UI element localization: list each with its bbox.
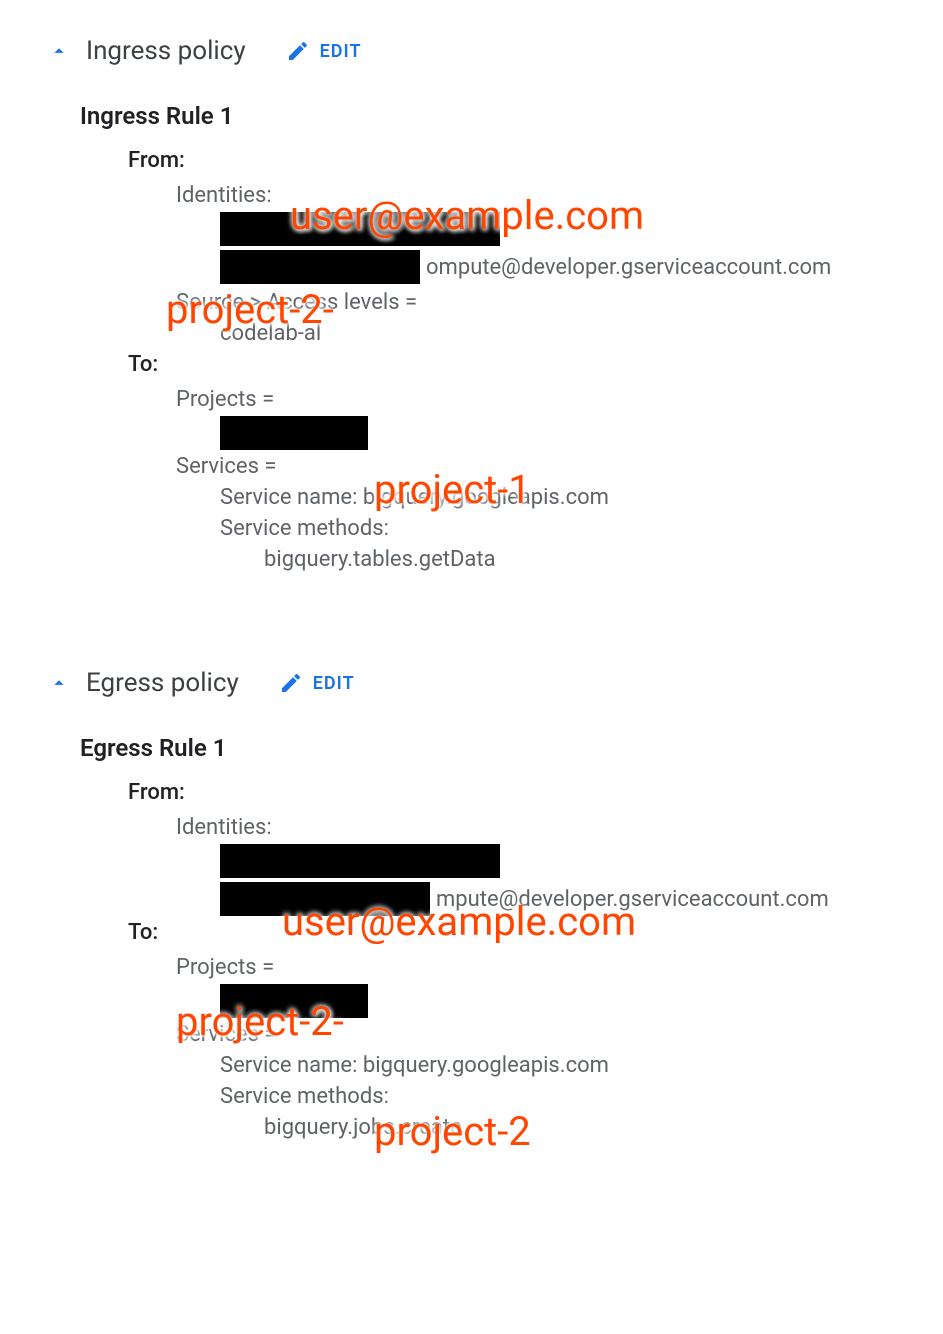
pencil-icon (279, 671, 303, 695)
egress-policy-title: Egress policy (86, 668, 239, 698)
ingress-policy-header[interactable]: Ingress policy EDIT (48, 36, 895, 66)
ingress-source-access-levels-label: Source > Access levels = (176, 290, 895, 315)
egress-projects-label: Projects = (176, 955, 895, 980)
pencil-icon (286, 39, 310, 63)
egress-identities-label: Identities: (176, 815, 895, 840)
redaction-box (220, 212, 500, 246)
redaction-box (220, 882, 430, 916)
egress-services-label: Services = (176, 1022, 895, 1047)
egress-from-label: From: (128, 780, 895, 805)
chevron-up-icon (48, 672, 70, 694)
egress-identity-redacted-2: mpute@developer.gserviceaccount.com (220, 882, 895, 916)
egress-identity-suffix: mpute@developer.gserviceaccount.com (436, 887, 829, 912)
egress-rule-title: Egress Rule 1 (80, 734, 895, 762)
ingress-to-label: To: (128, 352, 895, 377)
redaction-box (220, 250, 420, 284)
ingress-service-name: Service name: bigquery.googleapis.com (220, 485, 895, 510)
egress-project-redacted (220, 984, 895, 1018)
egress-edit-label: EDIT (313, 673, 355, 694)
egress-service-method-value: bigquery.jobs.create (264, 1115, 895, 1140)
egress-service-methods-label: Service methods: (220, 1084, 895, 1109)
redaction-box (220, 984, 368, 1018)
ingress-identity-redacted-2: ompute@developer.gserviceaccount.com (220, 250, 895, 284)
egress-identity-redacted-1 (220, 844, 895, 878)
ingress-rule-title: Ingress Rule 1 (80, 102, 895, 130)
ingress-access-level-value: codelab-al (220, 321, 895, 346)
ingress-identities-label: Identities: (176, 183, 895, 208)
ingress-edit-button[interactable]: EDIT (286, 39, 362, 63)
egress-edit-button[interactable]: EDIT (279, 671, 355, 695)
ingress-service-method-value: bigquery.tables.getData (264, 547, 895, 572)
ingress-identity-suffix: ompute@developer.gserviceaccount.com (426, 255, 831, 280)
egress-service-name: Service name: bigquery.googleapis.com (220, 1053, 895, 1078)
ingress-policy-title: Ingress policy (86, 36, 246, 66)
egress-to-label: To: (128, 920, 895, 945)
ingress-edit-label: EDIT (320, 41, 362, 62)
chevron-up-icon (48, 40, 70, 62)
ingress-service-methods-label: Service methods: (220, 516, 895, 541)
ingress-identity-redacted-1 (220, 212, 895, 246)
ingress-services-label: Services = (176, 454, 895, 479)
egress-policy-header[interactable]: Egress policy EDIT (48, 668, 895, 698)
redaction-box (220, 416, 368, 450)
redaction-box (220, 844, 500, 878)
ingress-from-label: From: (128, 148, 895, 173)
ingress-project-redacted (220, 416, 895, 450)
ingress-projects-label: Projects = (176, 387, 895, 412)
